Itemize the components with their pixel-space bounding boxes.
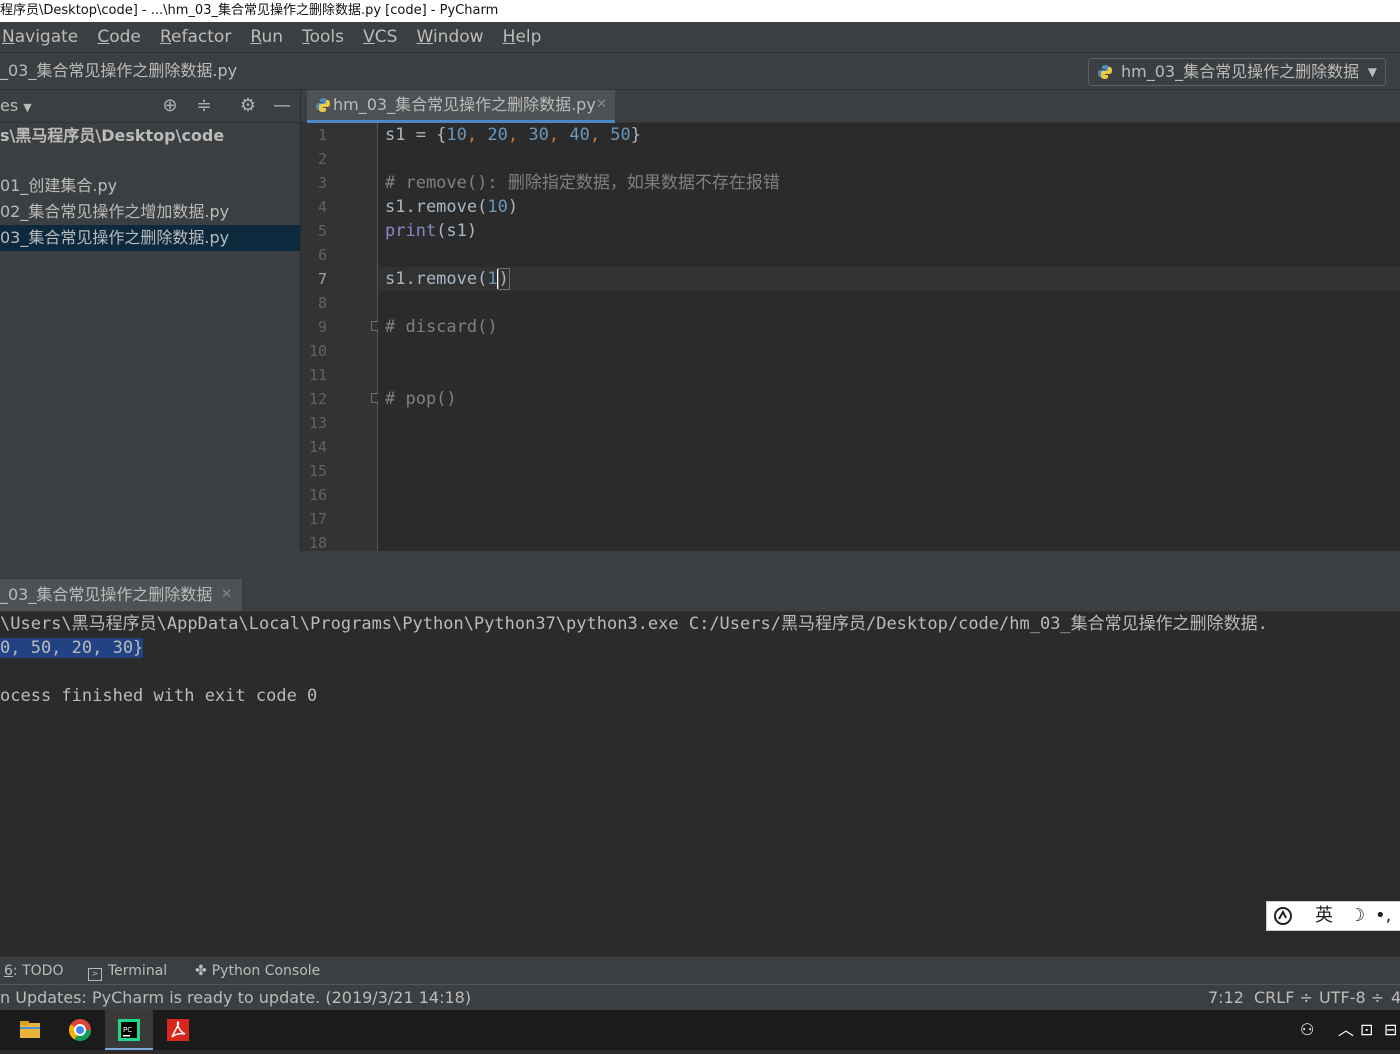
code-line-5: print(s1) bbox=[385, 221, 478, 241]
line-number: 5 bbox=[317, 222, 327, 240]
menu-help[interactable]: Help bbox=[503, 22, 542, 52]
python-console-tool-button[interactable]: ✤ Python Console bbox=[195, 957, 320, 985]
gear-icon[interactable]: ⚙ bbox=[236, 94, 260, 118]
pdf-reader-icon[interactable] bbox=[154, 1010, 202, 1050]
file-explorer-icon[interactable] bbox=[6, 1010, 54, 1050]
tree-file[interactable]: 02_集合常见操作之增加数据.py bbox=[0, 199, 300, 225]
breadcrumb-file[interactable]: _03_集合常见操作之删除数据.py bbox=[0, 53, 237, 89]
terminal-icon: > bbox=[88, 968, 102, 981]
ime-language[interactable]: 英 bbox=[1315, 902, 1333, 930]
code-line-1: s1 = {10, 20, 30, 40, 50} bbox=[385, 125, 642, 145]
os-taskbar: PC ⚇ ︿ ⊡ ⊟ bbox=[0, 1010, 1400, 1050]
caret-position[interactable]: 7:12 bbox=[1208, 985, 1244, 1011]
pycharm-icon[interactable]: PC bbox=[105, 1010, 153, 1050]
console-output-line: 0, 50, 20, 30} bbox=[0, 638, 144, 658]
line-separator[interactable]: CRLF ÷ bbox=[1254, 985, 1313, 1011]
line-number: 4 bbox=[317, 198, 327, 216]
line-number: 2 bbox=[317, 150, 327, 168]
tree-file-selected[interactable]: 03_集合常见操作之删除数据.py bbox=[0, 225, 300, 251]
locate-icon[interactable]: ⊕ bbox=[158, 94, 182, 118]
line-number: 3 bbox=[317, 174, 327, 192]
menu-run[interactable]: Run bbox=[250, 22, 283, 52]
line-number: 6 bbox=[317, 246, 327, 264]
line-number: 17 bbox=[308, 510, 327, 528]
code-line-9: # discard() bbox=[385, 317, 498, 337]
editor-tab-label: hm_03_集合常见操作之删除数据.py bbox=[333, 95, 596, 114]
todo-tool-button[interactable]: 6: TODO bbox=[4, 957, 63, 985]
line-number: 14 bbox=[308, 438, 327, 456]
line-number: 10 bbox=[308, 342, 327, 360]
svg-text:PC: PC bbox=[123, 1026, 132, 1034]
close-icon[interactable]: ✕ bbox=[596, 90, 607, 120]
tree-file[interactable]: 01_创建集合.py bbox=[0, 173, 300, 199]
line-number: 12 bbox=[308, 390, 327, 408]
moon-icon[interactable]: ☽ bbox=[1349, 902, 1365, 930]
chevron-down-icon: ▼ bbox=[1367, 65, 1377, 79]
code-editor[interactable]: s1 = {10, 20, 30, 40, 50} # remove(): 删除… bbox=[378, 123, 1400, 551]
network-icon[interactable]: ⊟ bbox=[1384, 1010, 1397, 1050]
chrome-icon[interactable] bbox=[56, 1010, 104, 1050]
menu-bar: Navigate Code Refactor Run Tools VCS Win… bbox=[0, 22, 1400, 53]
python-icon: ✤ bbox=[195, 963, 207, 979]
window-title-bar: 程序员\Desktop\code] - ...\hm_03_集合常见操作之删除数… bbox=[0, 0, 1400, 22]
line-number: 16 bbox=[308, 486, 327, 504]
menu-tools[interactable]: Tools bbox=[302, 22, 344, 52]
project-view-selector[interactable]: es ▼ bbox=[0, 90, 32, 124]
run-config-dropdown[interactable]: hm_03_集合常见操作之删除数据 ▼ bbox=[1088, 58, 1386, 86]
line-number: 15 bbox=[308, 462, 327, 480]
close-icon[interactable]: ✕ bbox=[221, 579, 232, 611]
project-panel-header: es ▼ ⊕ ≑ ⚙ — bbox=[0, 90, 300, 123]
system-tray-icon[interactable]: ⊡ bbox=[1360, 1010, 1373, 1050]
menu-vcs[interactable]: VCS bbox=[363, 22, 397, 52]
file-encoding[interactable]: UTF-8 ÷ bbox=[1319, 985, 1384, 1011]
menu-code[interactable]: Code bbox=[97, 22, 141, 52]
line-number: 8 bbox=[317, 294, 327, 312]
editor-tab-active[interactable]: hm_03_集合常见操作之删除数据.py ✕ bbox=[307, 90, 615, 123]
line-number-current: 7 bbox=[317, 270, 327, 288]
panel-divider[interactable] bbox=[0, 551, 1400, 579]
run-console[interactable]: \Users\黑马程序员\AppData\Local\Programs\Pyth… bbox=[0, 612, 1400, 956]
ime-toolbar[interactable]: 英 ☽ •, bbox=[1266, 901, 1400, 931]
punctuation-icon[interactable]: •, bbox=[1375, 902, 1391, 930]
line-number: 11 bbox=[308, 366, 327, 384]
hide-panel-icon[interactable]: — bbox=[270, 94, 294, 118]
code-line-7: s1.remove(1) bbox=[385, 268, 510, 290]
project-tree: s\黑马程序员\Desktop\code 01_创建集合.py 02_集合常见操… bbox=[0, 123, 300, 578]
python-file-icon bbox=[316, 98, 330, 112]
tool-window-strip: 6: TODO > Terminal ✤ Python Console bbox=[0, 956, 1400, 985]
line-number: 13 bbox=[308, 414, 327, 432]
status-message[interactable]: n Updates: PyCharm is ready to update. (… bbox=[0, 985, 471, 1011]
code-line-3: # remove(): 删除指定数据，如果数据不存在报错 bbox=[385, 173, 780, 193]
ime-logo-icon bbox=[1274, 907, 1292, 925]
window-title: 程序员\Desktop\code] - ...\hm_03_集合常见操作之删除数… bbox=[0, 3, 499, 18]
people-icon[interactable]: ⚇ bbox=[1300, 1010, 1314, 1050]
code-line-4: s1.remove(10) bbox=[385, 197, 519, 217]
chevron-up-icon[interactable]: ︿ bbox=[1338, 1010, 1354, 1050]
editor-tab-bar: hm_03_集合常见操作之删除数据.py ✕ bbox=[301, 90, 1400, 123]
menu-navigate[interactable]: Navigate bbox=[2, 22, 78, 52]
menu-refactor[interactable]: Refactor bbox=[160, 22, 231, 52]
menu-window[interactable]: Window bbox=[417, 22, 484, 52]
current-line-highlight bbox=[378, 267, 1400, 291]
indent-setting[interactable]: 4 bbox=[1391, 985, 1400, 1011]
python-icon bbox=[1098, 65, 1112, 79]
line-number: 9 bbox=[317, 318, 327, 336]
run-tab-label: _03_集合常见操作之删除数据 bbox=[0, 585, 213, 604]
run-tool-header: _03_集合常见操作之删除数据 ✕ bbox=[0, 579, 1400, 612]
navigation-bar: _03_集合常见操作之删除数据.py hm_03_集合常见操作之删除数据 ▼ bbox=[0, 53, 1400, 90]
run-config-label: hm_03_集合常见操作之删除数据 bbox=[1121, 62, 1360, 81]
editor-gutter: 1 2 3 4 5 6 7 8 9 10 11 12 13 14 15 16 1… bbox=[301, 123, 381, 552]
project-root[interactable]: s\黑马程序员\Desktop\code bbox=[0, 123, 300, 149]
code-line-12: # pop() bbox=[385, 389, 457, 409]
run-tab[interactable]: _03_集合常见操作之删除数据 ✕ bbox=[0, 579, 242, 611]
status-bar: n Updates: PyCharm is ready to update. (… bbox=[0, 984, 1400, 1011]
terminal-tool-button[interactable]: > Terminal bbox=[88, 957, 167, 985]
chevron-down-icon: ▼ bbox=[23, 101, 32, 114]
line-number: 1 bbox=[317, 126, 327, 144]
console-exit-line: ocess finished with exit code 0 bbox=[0, 686, 318, 706]
collapse-all-icon[interactable]: ≑ bbox=[192, 94, 216, 118]
console-command-line: \Users\黑马程序员\AppData\Local\Programs\Pyth… bbox=[0, 614, 1268, 634]
